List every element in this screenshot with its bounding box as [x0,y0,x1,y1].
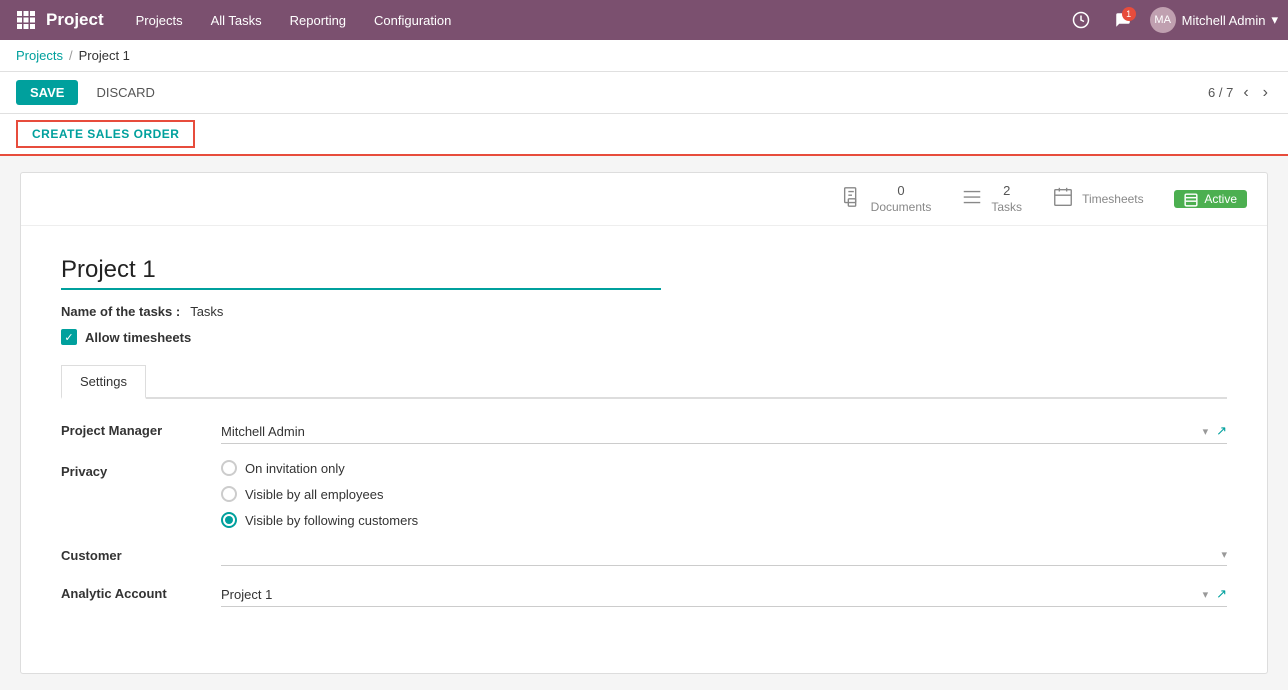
analytic-account-caret: ▾ [1203,588,1209,601]
privacy-option-0[interactable]: On invitation only [221,460,1227,476]
privacy-option-2[interactable]: Visible by following customers [221,512,1227,528]
tab-settings[interactable]: Settings [61,365,146,399]
stat-documents[interactable]: 0 Documents [841,183,932,215]
privacy-option-2-label: Visible by following customers [245,513,418,528]
name-of-tasks-row: Name of the tasks : Tasks [61,304,1227,319]
top-nav: Projects All Tasks Reporting Configurati… [124,7,1066,34]
breadcrumb: Projects / Project 1 [0,40,1288,72]
pagination: 6 / 7 ‹ › [1208,82,1272,104]
privacy-label: Privacy [61,460,221,479]
clock-icon[interactable] [1066,5,1096,35]
project-manager-value: Mitchell Admin [221,424,305,439]
name-of-tasks-value: Tasks [190,304,223,319]
project-manager-select[interactable]: Mitchell Admin ▾ ↗ [221,419,1227,444]
project-manager-field: Mitchell Admin ▾ ↗ [221,419,1227,444]
project-manager-caret: ▾ [1203,425,1209,438]
user-name: Mitchell Admin [1182,13,1266,28]
nav-item-projects[interactable]: Projects [124,7,195,34]
pagination-next[interactable]: › [1259,82,1272,104]
create-sales-order-button[interactable]: CREATE SALES ORDER [16,120,195,148]
pagination-prev[interactable]: ‹ [1239,82,1252,104]
action-bar: SAVE DISCARD 6 / 7 ‹ › [0,72,1288,114]
documents-count: 0 [897,183,904,200]
active-badge[interactable]: Active [1174,191,1247,207]
customer-select[interactable]: ▾ [221,544,1227,566]
allow-timesheets-checkbox[interactable]: ✓ [61,329,77,345]
analytic-account-value: Project 1 [221,587,272,602]
tabs-bar: Settings [61,365,1227,399]
grid-menu-icon[interactable] [10,4,42,36]
app-title: Project [46,10,104,30]
tasks-label: Tasks [991,200,1022,216]
radio-dot-2 [221,512,237,528]
sales-order-bar: CREATE SALES ORDER [0,114,1288,156]
stat-timesheets[interactable]: Timesheets [1052,186,1144,213]
project-manager-row: Project Manager Mitchell Admin ▾ ↗ [61,419,1227,444]
tasks-count: 2 [1003,183,1010,200]
analytic-account-select[interactable]: Project 1 ▾ ↗ [221,582,1227,607]
allow-timesheets-label: Allow timesheets [85,330,191,345]
customer-field: ▾ [221,544,1227,566]
allow-timesheets-row: ✓ Allow timesheets [61,329,1227,345]
chat-icon[interactable]: 1 [1108,5,1138,35]
breadcrumb-parent[interactable]: Projects [16,48,63,63]
breadcrumb-separator: / [69,48,73,63]
radio-dot-1 [221,486,237,502]
card-stats: 0 Documents 2 Tasks [21,173,1267,226]
analytic-account-external-link[interactable]: ↗ [1216,586,1227,602]
topbar: Project Projects All Tasks Reporting Con… [0,0,1288,40]
customer-row: Customer ▾ [61,544,1227,566]
project-manager-external-link[interactable]: ↗ [1216,423,1227,439]
analytic-account-field: Project 1 ▾ ↗ [221,582,1227,607]
project-manager-label: Project Manager [61,419,221,438]
analytic-account-label: Analytic Account [61,582,221,601]
privacy-row: Privacy On invitation only Visible by al… [61,460,1227,528]
timesheets-label: Timesheets [1082,192,1144,206]
timesheets-icon [1052,186,1074,213]
privacy-field: On invitation only Visible by all employ… [221,460,1227,528]
privacy-option-1[interactable]: Visible by all employees [221,486,1227,502]
radio-dot-0 [221,460,237,476]
privacy-option-1-label: Visible by all employees [245,487,384,502]
nav-item-reporting[interactable]: Reporting [278,7,358,34]
tasks-icon [961,186,983,213]
name-of-tasks-label: Name of the tasks : [61,304,180,319]
active-label: Active [1204,192,1237,206]
topbar-right: 1 MA Mitchell Admin ▾ [1066,5,1278,35]
settings-form: Project Manager Mitchell Admin ▾ ↗ Pri [61,399,1227,643]
card-form: Name of the tasks : Tasks ✓ Allow timesh… [21,226,1267,673]
breadcrumb-current: Project 1 [79,48,130,63]
privacy-radio-group: On invitation only Visible by all employ… [221,460,1227,528]
stat-tasks[interactable]: 2 Tasks [961,183,1022,215]
user-menu[interactable]: MA Mitchell Admin ▾ [1150,7,1278,33]
save-button[interactable]: SAVE [16,80,78,105]
customer-caret: ▾ [1221,548,1227,561]
avatar: MA [1150,7,1176,33]
customer-label: Customer [61,544,221,563]
nav-item-configuration[interactable]: Configuration [362,7,463,34]
nav-item-all-tasks[interactable]: All Tasks [199,7,274,34]
pagination-text: 6 / 7 [1208,85,1233,100]
project-name-input[interactable] [61,256,661,290]
project-card: 0 Documents 2 Tasks [20,172,1268,674]
analytic-account-row: Analytic Account Project 1 ▾ ↗ [61,582,1227,607]
discard-button[interactable]: DISCARD [86,80,165,105]
main-content: 0 Documents 2 Tasks [0,156,1288,690]
privacy-option-0-label: On invitation only [245,461,345,476]
documents-label: Documents [871,200,932,216]
user-menu-caret: ▾ [1271,12,1278,28]
documents-icon [841,186,863,213]
notification-badge: 1 [1122,7,1136,21]
